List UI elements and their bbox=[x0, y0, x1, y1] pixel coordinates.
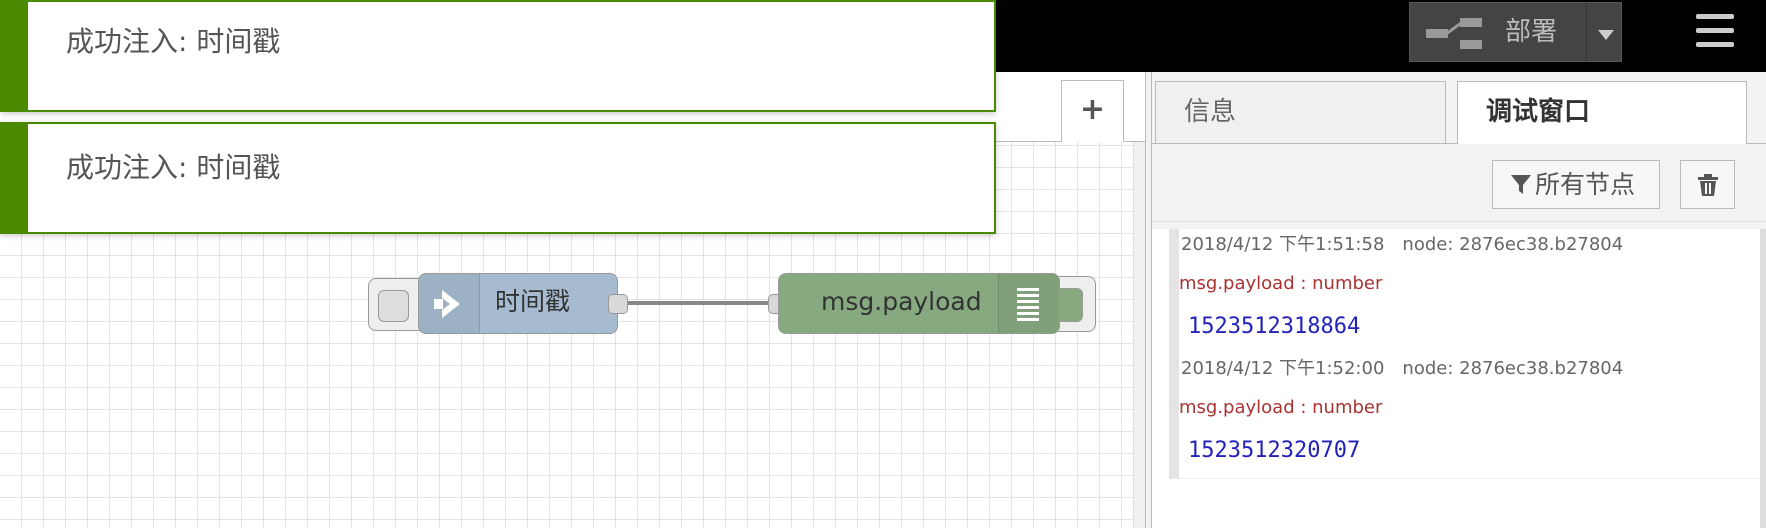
debug-message[interactable]: 2018/4/12 下午1:51:58 node: 2876ec38.b27804… bbox=[1169, 229, 1760, 367]
debug-node[interactable]: msg.payload bbox=[778, 273, 1060, 334]
add-flow-tab-button[interactable]: + bbox=[1061, 80, 1124, 142]
sidebar-scrollbar[interactable] bbox=[1760, 229, 1766, 528]
sidebar-splitter[interactable] bbox=[1145, 72, 1152, 528]
filter-label: 所有节点 bbox=[1535, 170, 1636, 199]
message-node-id[interactable]: node: 2876ec38.b27804 bbox=[1402, 358, 1623, 379]
inject-arrow-icon bbox=[434, 290, 460, 318]
tab-debug[interactable]: 调试窗口 bbox=[1457, 81, 1747, 145]
notification-text: 成功注入: 时间戳 bbox=[66, 151, 281, 184]
debug-message-list: 2018/4/12 下午1:51:58 node: 2876ec38.b27804… bbox=[1152, 229, 1766, 528]
trash-icon bbox=[1698, 174, 1718, 196]
inject-node[interactable]: 时间戳 bbox=[418, 273, 618, 334]
inject-trigger[interactable] bbox=[378, 290, 409, 322]
sidebar: 信息 调试窗口 所有节点 2018/4/12 下午1:51:58 node: 28… bbox=[1152, 72, 1766, 528]
notification-toast[interactable]: 成功注入: 时间戳 bbox=[0, 0, 996, 112]
deploy-label: 部署 bbox=[1505, 17, 1558, 47]
debug-node-icon-area bbox=[998, 274, 1059, 333]
hamburger-menu-icon[interactable] bbox=[1696, 14, 1734, 48]
deploy-divider bbox=[1586, 3, 1587, 61]
message-meta: 2018/4/12 下午1:52:00 node: 2876ec38.b27804 bbox=[1181, 357, 1623, 381]
flow-wire[interactable] bbox=[628, 301, 778, 305]
message-timestamp: 2018/4/12 下午1:51:58 bbox=[1181, 234, 1385, 255]
message-node-id[interactable]: node: 2876ec38.b27804 bbox=[1402, 234, 1623, 255]
message-timestamp: 2018/4/12 下午1:52:00 bbox=[1181, 358, 1385, 379]
clear-messages-button[interactable] bbox=[1680, 160, 1735, 209]
filter-nodes-button[interactable]: 所有节点 bbox=[1492, 160, 1660, 209]
debug-list-icon bbox=[1017, 288, 1039, 321]
deploy-button[interactable]: 部署 bbox=[1409, 2, 1622, 62]
inject-node-icon-area bbox=[419, 274, 480, 333]
debug-node-label: msg.payload bbox=[821, 287, 982, 316]
chevron-down-icon[interactable] bbox=[1598, 30, 1614, 40]
message-topic: msg.payload : number bbox=[1179, 397, 1383, 418]
message-meta: 2018/4/12 下午1:51:58 node: 2876ec38.b27804 bbox=[1181, 233, 1623, 257]
filter-icon bbox=[1511, 175, 1531, 194]
tab-info[interactable]: 信息 bbox=[1155, 81, 1446, 144]
canvas-scrollbar[interactable] bbox=[1133, 142, 1145, 528]
message-topic: msg.payload : number bbox=[1179, 273, 1383, 294]
message-value[interactable]: 1523512318864 bbox=[1188, 312, 1360, 342]
notification-text: 成功注入: 时间戳 bbox=[66, 25, 281, 58]
message-value[interactable]: 1523512320707 bbox=[1188, 436, 1360, 466]
inject-output-port[interactable] bbox=[608, 294, 628, 314]
inject-node-label: 时间戳 bbox=[495, 287, 571, 316]
notification-toast[interactable]: 成功注入: 时间戳 bbox=[0, 122, 996, 234]
debug-toolbar bbox=[1152, 144, 1766, 222]
debug-message[interactable]: 2018/4/12 下午1:52:00 node: 2876ec38.b27804… bbox=[1169, 353, 1760, 479]
deploy-icon bbox=[1426, 18, 1482, 49]
